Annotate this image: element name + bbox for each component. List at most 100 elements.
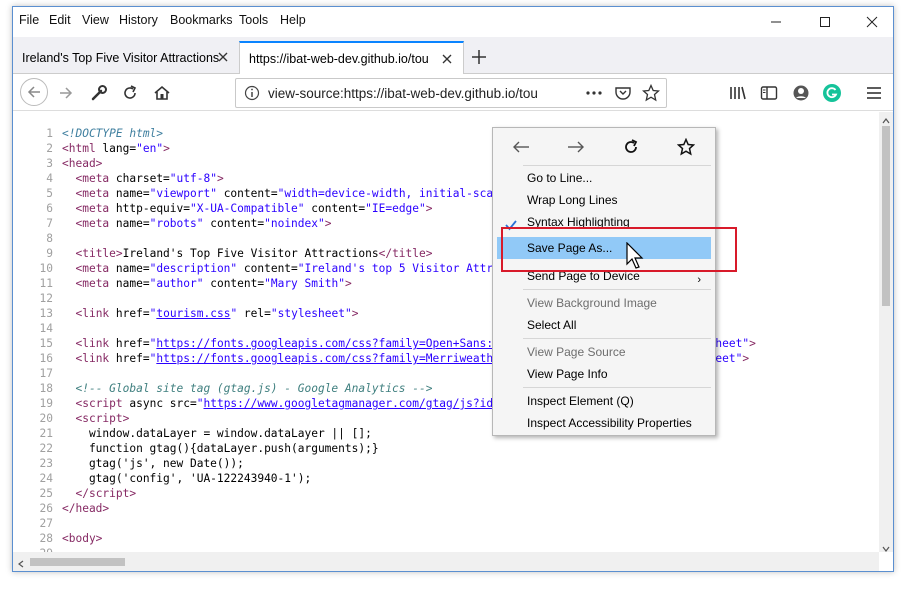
close-icon[interactable] <box>857 11 887 33</box>
source-line: 20 <script> <box>13 411 879 426</box>
source-line: 12 <box>13 291 879 306</box>
account-icon[interactable] <box>788 80 814 106</box>
source-line: 23 gtag('js', new Date()); <box>13 456 879 471</box>
line-code: <!DOCTYPE html> <box>62 127 164 140</box>
info-icon[interactable] <box>244 85 260 104</box>
wrench-icon[interactable] <box>86 80 112 106</box>
menu-item-go-to-line[interactable]: Go to Line... <box>497 167 711 189</box>
line-code: gtag('js', new Date()); <box>62 457 244 470</box>
source-line: 24 gtag('config', 'UA-122243940-1'); <box>13 471 879 486</box>
close-tab-icon[interactable] <box>439 51 455 67</box>
source-line: 6 <meta http-equiv="X-UA-Compatible" con… <box>13 201 879 216</box>
menu-separator <box>523 338 711 339</box>
line-code: <title>Ireland's Top Five Visitor Attrac… <box>75 247 433 260</box>
line-code: </script> <box>75 487 137 500</box>
scroll-down-icon[interactable] <box>882 542 890 556</box>
submenu-arrow-icon: › <box>697 274 701 286</box>
line-code: window.dataLayer = window.dataLayer || [… <box>62 427 372 440</box>
line-code: <!-- Global site tag (gtag.js) - Google … <box>75 382 433 395</box>
bookmark-star-icon[interactable] <box>674 136 698 158</box>
menu-history[interactable]: History <box>119 13 158 27</box>
menu-tools[interactable]: Tools <box>239 13 268 27</box>
menu-item-view-page-info[interactable]: View Page Info <box>497 363 711 385</box>
line-number: 3 <box>46 157 53 170</box>
line-number: 20 <box>39 412 53 425</box>
nav-toolbar: view-source:https://ibat-web-dev.github.… <box>13 74 893 111</box>
vertical-scroll-thumb[interactable] <box>882 126 890 306</box>
source-line: 7 <meta name="robots" content="noindex"> <box>13 216 879 231</box>
maximize-icon[interactable] <box>810 11 840 33</box>
mouse-cursor-icon <box>626 241 644 270</box>
source-line: 22 function gtag(){dataLayer.push(argume… <box>13 441 879 456</box>
menu-bookmarks[interactable]: Bookmarks <box>170 13 233 27</box>
back-icon[interactable] <box>20 78 48 106</box>
line-code: <body> <box>62 532 103 545</box>
line-number: 28 <box>39 532 53 545</box>
forward-icon[interactable] <box>53 80 79 106</box>
horizontal-scrollbar[interactable] <box>13 552 879 571</box>
menu-edit[interactable]: Edit <box>49 13 71 27</box>
menu-item-wrap-long-lines[interactable]: Wrap Long Lines <box>497 189 711 211</box>
menu-icon[interactable] <box>861 80 887 106</box>
line-number: 26 <box>39 502 53 515</box>
tab-visitor-attractions[interactable]: Ireland's Top Five Visitor Attractions <box>13 41 239 74</box>
source-view[interactable]: 1 <!DOCTYPE html> 2 <html lang="en"> 3 <head>… <box>13 112 879 552</box>
url-bar[interactable]: view-source:https://ibat-web-dev.github.… <box>235 78 667 108</box>
menu-item-select-all[interactable]: Select All <box>497 314 711 336</box>
tab-label: Ireland's Top Five Visitor Attractions <box>22 50 220 65</box>
menu-item-label: Select All <box>527 318 577 332</box>
tab-view-source[interactable]: https://ibat-web-dev.github.io/tou <box>239 41 464 75</box>
forward-icon[interactable] <box>564 136 588 158</box>
line-number: 7 <box>46 217 53 230</box>
source-line: 21 window.dataLayer = window.dataLayer |… <box>13 426 879 441</box>
menu-item-view-background-image: View Background Image <box>497 292 711 314</box>
source-line: 18 <!-- Global site tag (gtag.js) - Goog… <box>13 381 879 396</box>
new-tab-icon[interactable] <box>469 47 489 67</box>
grammarly-icon[interactable] <box>819 80 845 106</box>
source-line: 1 <!DOCTYPE html> <box>13 126 879 141</box>
line-number: 16 <box>39 352 53 365</box>
bookmark-star-icon[interactable] <box>641 83 661 105</box>
line-code: <script> <box>75 412 130 425</box>
line-number: 8 <box>46 232 53 245</box>
line-code: function gtag(){dataLayer.push(arguments… <box>62 442 379 455</box>
menu-item-label: View Page Info <box>527 367 608 381</box>
menu-item-view-page-source: View Page Source <box>497 341 711 363</box>
line-number: 24 <box>39 472 53 485</box>
scroll-left-icon[interactable] <box>17 557 25 571</box>
menu-item-label: Inspect Element (Q) <box>527 394 634 408</box>
page-actions-icon[interactable] <box>585 85 603 104</box>
pocket-icon[interactable] <box>614 85 632 104</box>
line-number: 17 <box>39 367 53 380</box>
menu-help[interactable]: Help <box>280 13 306 27</box>
line-code: <meta name="description" content="Irelan… <box>75 262 553 275</box>
menu-item-label: Wrap Long Lines <box>527 193 618 207</box>
line-number: 27 <box>39 517 53 530</box>
menu-item-inspect-accessibility[interactable]: Inspect Accessibility Properties <box>497 412 711 434</box>
line-number: 5 <box>46 187 53 200</box>
menu-view[interactable]: View <box>82 13 109 27</box>
source-line: 2 <html lang="en"> <box>13 141 879 156</box>
library-icon[interactable] <box>725 80 751 106</box>
source-line: 4 <meta charset="utf-8"> <box>13 171 879 186</box>
menu-separator <box>523 387 711 388</box>
line-code: <meta name="viewport" content="width=dev… <box>75 187 533 200</box>
line-number: 22 <box>39 442 53 455</box>
menu-file[interactable]: File <box>19 13 39 27</box>
menu-item-inspect-element[interactable]: Inspect Element (Q) <box>497 390 711 412</box>
vertical-scrollbar[interactable] <box>879 112 893 552</box>
menu-item-label: Inspect Accessibility Properties <box>527 416 692 430</box>
minimize-icon[interactable] <box>761 11 791 33</box>
close-tab-icon[interactable] <box>215 49 231 65</box>
reload-icon[interactable] <box>619 136 643 158</box>
source-line: 9 <title>Ireland's Top Five Visitor Attr… <box>13 246 879 261</box>
url-text[interactable]: view-source:https://ibat-web-dev.github.… <box>268 86 552 101</box>
home-icon[interactable] <box>149 80 175 106</box>
reload-icon[interactable] <box>117 80 143 106</box>
tab-strip: Ireland's Top Five Visitor Attractions h… <box>13 37 893 75</box>
sidebar-icon[interactable] <box>756 80 782 106</box>
source-line: 8 <box>13 231 879 246</box>
horizontal-scroll-thumb[interactable] <box>30 558 125 566</box>
line-number: 15 <box>39 337 53 350</box>
back-icon[interactable] <box>509 136 533 158</box>
